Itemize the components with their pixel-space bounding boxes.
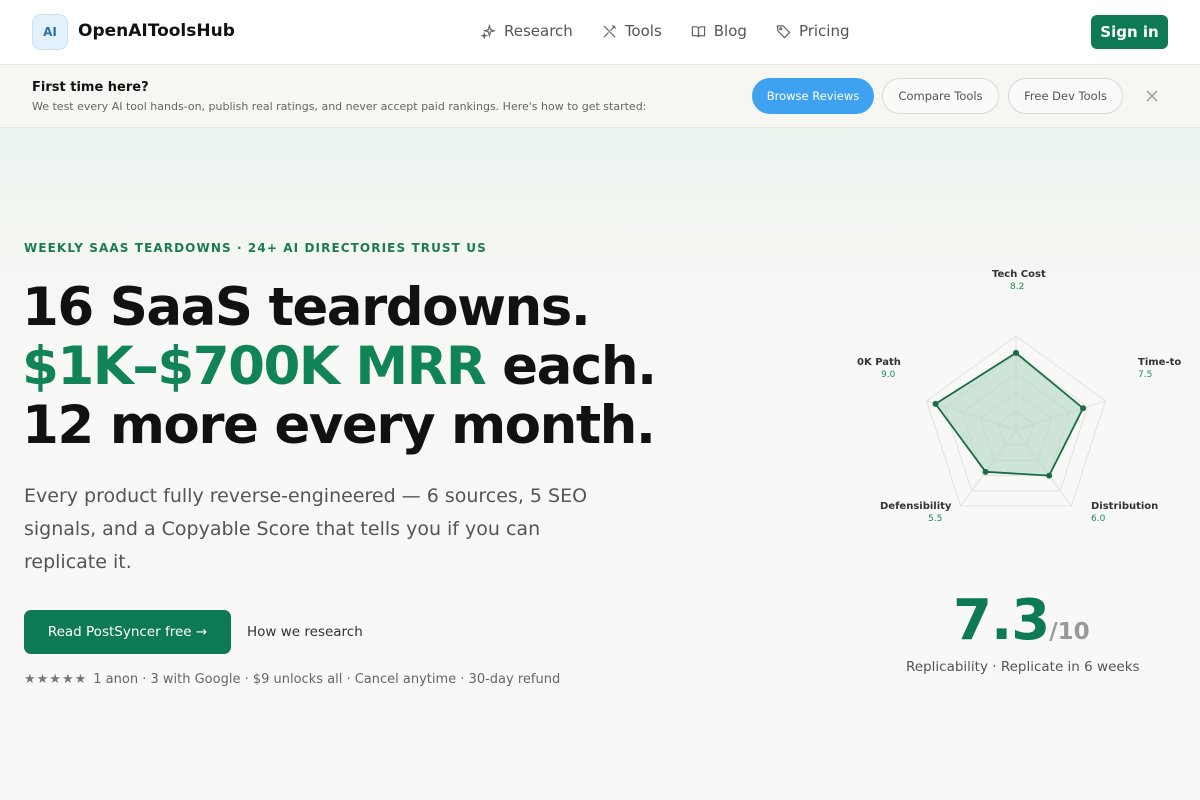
- radar-axis-value: 9.0: [881, 370, 896, 380]
- radar-axis-value: 7.5: [1138, 370, 1153, 380]
- radar-point-2: [1080, 405, 1087, 412]
- hero-subtitle: Every product fully reverse-engineered —…: [24, 485, 588, 573]
- read-free-button[interactable]: Read PostSyncer free →: [24, 610, 231, 654]
- tag-icon: [776, 24, 791, 38]
- how-we-research-link[interactable]: How we research: [247, 624, 363, 640]
- close-icon[interactable]: [1143, 87, 1161, 105]
- replicability-radar: Tech Cost 8.2 Time-to 7.5 Distribution 6.0 Def…: [840, 252, 1200, 532]
- headline-line-1: 16 SaaS teardowns.: [22, 277, 591, 338]
- banner-text: We test every AI tool hands-on, publish …: [32, 100, 647, 113]
- radar-axis-value: 6.0: [1091, 514, 1106, 524]
- sign-in-button[interactable]: Sign in: [1091, 15, 1168, 49]
- trust-line: ★★★★★ 1 anon · 3 with Google · $9 unlocks…: [24, 672, 560, 687]
- radar-chart: [926, 335, 1106, 507]
- nav-links: Research Tools Blog Pricing: [481, 22, 850, 40]
- nav-link-label: Research: [504, 22, 573, 40]
- radar-axis-label: Tech Cost: [992, 269, 1046, 280]
- radar-point-1: [1013, 349, 1019, 356]
- browse-reviews-button[interactable]: Browse Reviews: [752, 78, 874, 114]
- banner-title: First time here?: [32, 80, 149, 95]
- score-caption: Replicability · Replicate in 6 weeks: [906, 659, 1140, 675]
- hero-section: WEEKLY SAAS TEARDOWNS · 24+ AI DIRECTORI…: [0, 128, 1200, 800]
- radar-point-5: [932, 400, 939, 407]
- free-dev-tools-button[interactable]: Free Dev Tools: [1008, 78, 1123, 114]
- rating-stars: ★★★★★: [24, 672, 88, 687]
- sparkles-icon: [481, 23, 496, 39]
- headline-line-2-rest: each.: [485, 336, 657, 397]
- radar-axis-label: Time-to: [1138, 357, 1182, 368]
- welcome-banner: First time here? We test every AI tool h…: [0, 65, 1200, 128]
- score-denominator: /10: [1049, 619, 1090, 645]
- radar-point-3: [1046, 472, 1053, 479]
- score-display: 7.3/10: [953, 588, 1090, 653]
- radar-axis-label: 0K Path: [857, 357, 901, 368]
- book-icon: [691, 25, 705, 37]
- logo-icon[interactable]: AI: [32, 14, 68, 50]
- trust-text: 1 anon · 3 with Google · $9 unlocks all …: [93, 672, 561, 687]
- radar-axis-value: 8.2: [1010, 282, 1025, 292]
- nav-link-blog[interactable]: Blog: [691, 22, 747, 40]
- headline-line-3: 12 more every month.: [22, 395, 656, 456]
- radar-point-4: [982, 468, 989, 475]
- nav-link-pricing[interactable]: Pricing: [776, 22, 850, 40]
- wrench-icon: [603, 24, 616, 38]
- radar-axis-label: Defensibility: [880, 501, 952, 512]
- radar-axis-value: 5.5: [928, 514, 943, 524]
- radar-series-polygon: [934, 351, 1085, 477]
- logo-text: AI: [43, 25, 57, 39]
- headline-highlight: $1K–$700K MRR: [22, 336, 487, 397]
- brand-name[interactable]: OpenAIToolsHub: [78, 21, 235, 41]
- nav-link-label: Tools: [624, 22, 662, 40]
- top-nav: AI OpenAIToolsHub Research Tools Blog Pr…: [0, 0, 1200, 65]
- compare-tools-button[interactable]: Compare Tools: [882, 78, 999, 114]
- nav-link-research[interactable]: Research: [481, 22, 573, 40]
- hero-headline: 16 SaaS teardowns. $1K–$700K MRR each. 1…: [22, 278, 722, 455]
- nav-link-tools[interactable]: Tools: [602, 22, 662, 40]
- nav-link-label: Blog: [713, 22, 747, 40]
- score-value: 7.3: [953, 588, 1050, 653]
- hero-eyebrow: WEEKLY SAAS TEARDOWNS · 24+ AI DIRECTORI…: [24, 241, 487, 255]
- nav-link-label: Pricing: [798, 22, 850, 40]
- radar-axis-label: Distribution: [1091, 501, 1159, 512]
